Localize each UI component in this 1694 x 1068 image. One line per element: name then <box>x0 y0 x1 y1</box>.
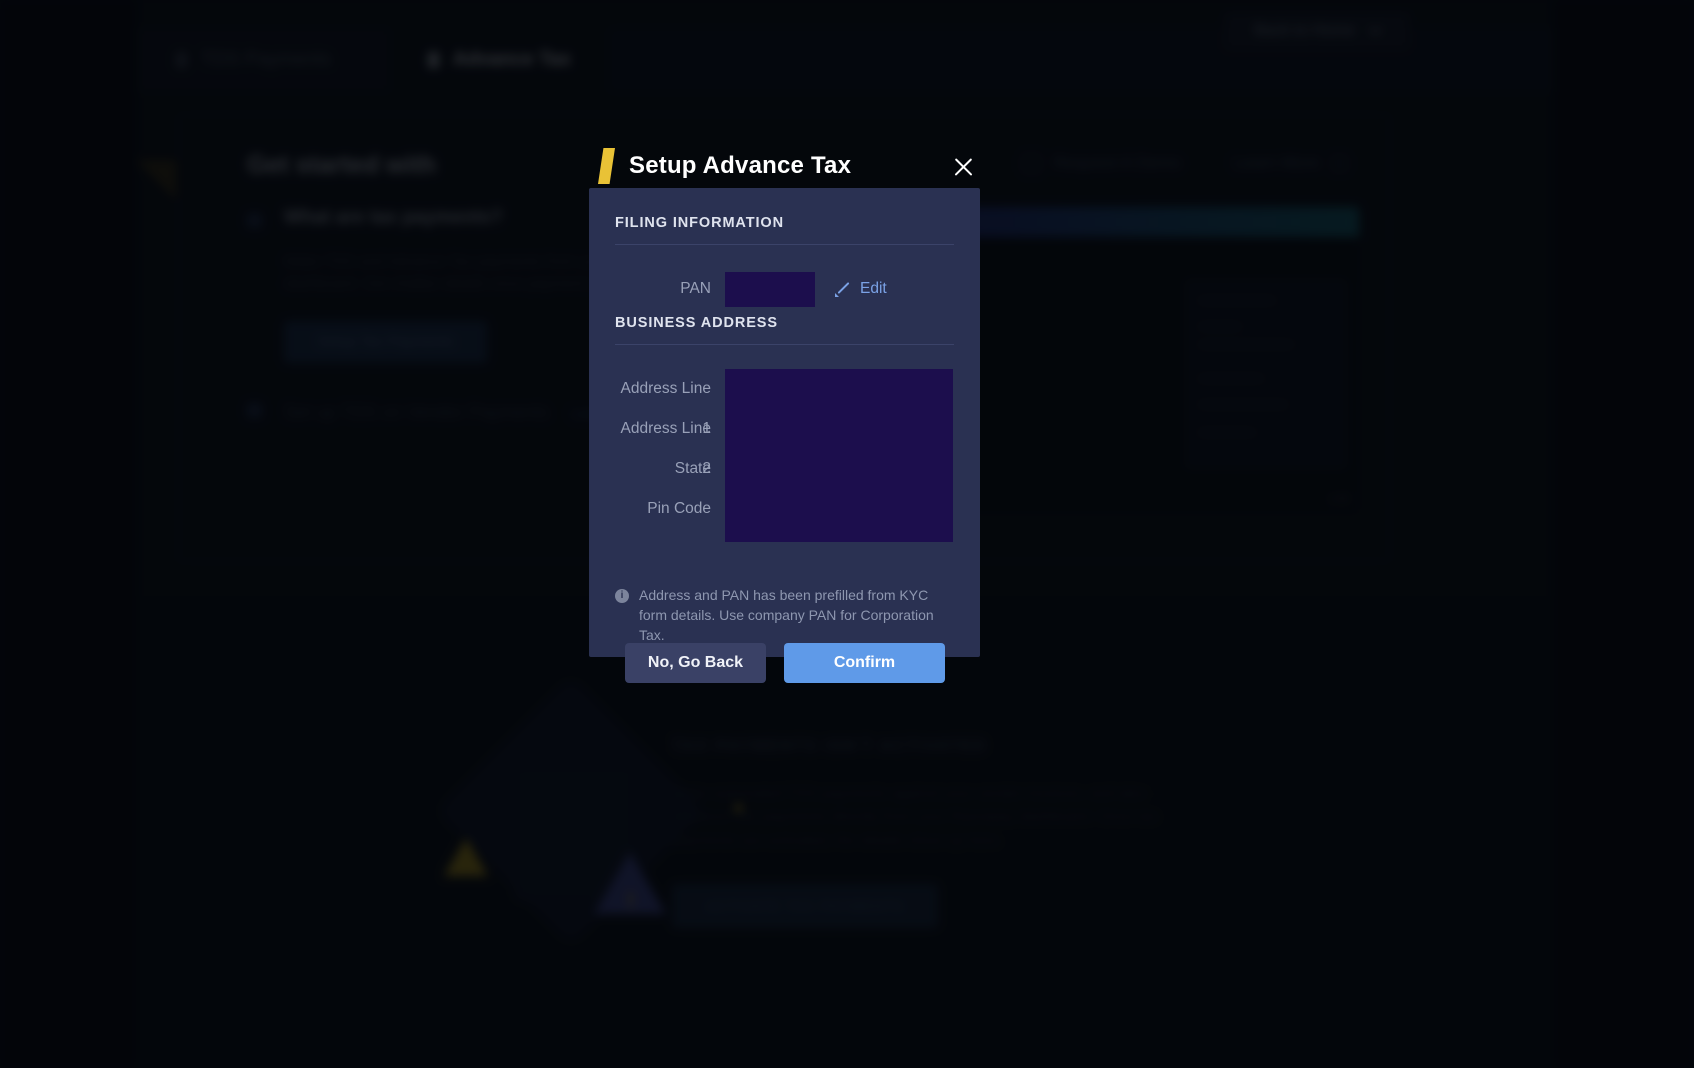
prefill-note: Address and PAN has been prefilled from … <box>639 587 934 643</box>
setup-advance-tax-modal: Setup Advance Tax FILING INFORMATION PAN… <box>589 140 980 683</box>
page-root: TDS Payments Advance Tax Back to Home Ge… <box>0 0 1694 1068</box>
address-line-1-label: Address Line 1 <box>620 380 711 437</box>
no-go-back-button[interactable]: No, Go Back <box>625 643 766 683</box>
pin-code-label: Pin Code <box>647 500 711 517</box>
info-icon: i <box>615 589 629 603</box>
divider <box>615 244 954 245</box>
edit-label: Edit <box>860 280 887 297</box>
pan-label: PAN <box>680 280 711 297</box>
address-values-group[interactable] <box>725 369 953 542</box>
modal-body: FILING INFORMATION PAN Edit BUSINESS ADD… <box>589 188 980 683</box>
close-icon[interactable] <box>948 152 978 182</box>
pencil-icon <box>835 281 851 297</box>
state-label: State <box>674 460 711 477</box>
edit-pan-button[interactable]: Edit <box>835 280 887 298</box>
confirm-button[interactable]: Confirm <box>784 643 945 683</box>
address-line-2-label: Address Line 2 <box>620 420 711 477</box>
divider <box>615 344 954 345</box>
business-address-label: BUSINESS ADDRESS <box>615 315 778 331</box>
modal-title: Setup Advance Tax <box>629 152 852 179</box>
razorpay-logo-mark-icon <box>598 148 615 184</box>
address-field-labels: Address Line 1 Address Line 2 State Pin … <box>615 369 725 542</box>
filing-information-label: FILING INFORMATION <box>615 215 784 231</box>
pan-value[interactable] <box>725 271 815 307</box>
modal-header: Setup Advance Tax <box>589 140 980 192</box>
